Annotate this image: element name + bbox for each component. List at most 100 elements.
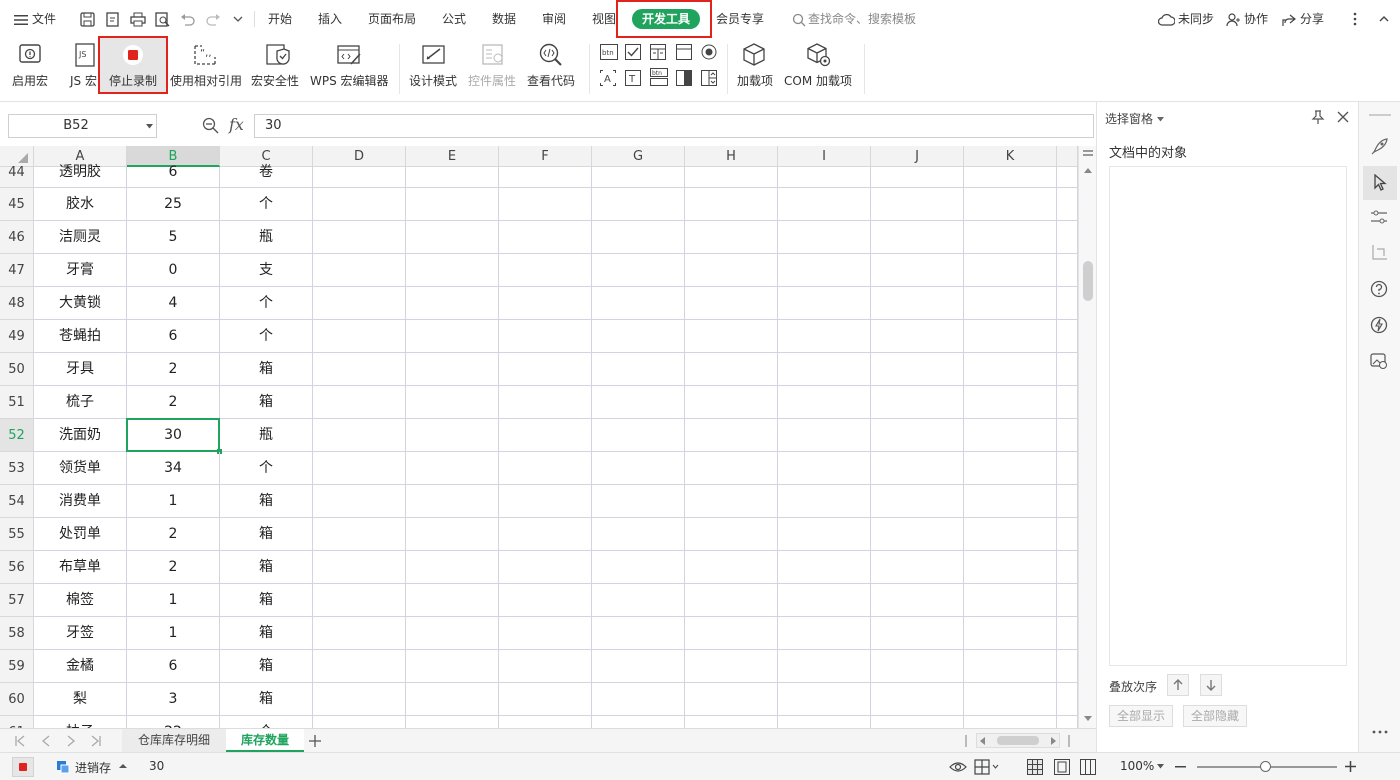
cell-empty[interactable]	[964, 716, 1057, 728]
cell-empty[interactable]	[778, 353, 871, 386]
spin-button-control-icon[interactable]	[701, 70, 717, 86]
cell-empty[interactable]	[406, 353, 499, 386]
js-macro-icon[interactable]: JS	[73, 42, 97, 68]
cell-c58[interactable]: 箱	[220, 617, 313, 650]
cell-empty[interactable]	[313, 584, 406, 617]
cell-empty[interactable]	[964, 617, 1057, 650]
cell-empty[interactable]	[964, 188, 1057, 221]
macro-security-icon[interactable]	[264, 42, 290, 68]
vertical-scrollbar[interactable]	[1078, 146, 1096, 728]
horizontal-scrollbar[interactable]	[976, 733, 1060, 748]
cell-empty[interactable]	[313, 650, 406, 683]
zoom-dropdown-icon[interactable]	[1157, 764, 1164, 769]
save-icon[interactable]	[80, 12, 95, 27]
cell-empty[interactable]	[592, 386, 685, 419]
collapse-ribbon-icon[interactable]	[1378, 13, 1390, 25]
cell-empty[interactable]	[685, 551, 778, 584]
column-header-j[interactable]: J	[871, 146, 964, 167]
row-header-46[interactable]: 46	[0, 221, 34, 254]
cell-empty[interactable]	[871, 584, 964, 617]
cell-empty[interactable]	[406, 188, 499, 221]
cell-empty[interactable]	[313, 386, 406, 419]
next-sheet-icon[interactable]	[65, 735, 77, 747]
cell-empty[interactable]	[871, 485, 964, 518]
scroll-down-icon[interactable]	[1084, 716, 1092, 721]
cell-empty[interactable]	[685, 617, 778, 650]
cell-empty[interactable]	[499, 617, 592, 650]
cell-c44[interactable]: 卷	[220, 165, 313, 188]
cell-empty[interactable]	[778, 584, 871, 617]
cell-empty[interactable]	[499, 683, 592, 716]
file-menu[interactable]: 文件	[14, 0, 56, 38]
tab-home[interactable]: 开始	[268, 0, 292, 38]
view-code-icon[interactable]	[538, 42, 564, 68]
cell-empty[interactable]	[778, 518, 871, 551]
scrollbar-control-icon[interactable]	[676, 70, 692, 86]
row-header-57[interactable]: 57	[0, 584, 34, 617]
cell-a48[interactable]: 大黄锁	[34, 287, 127, 320]
row-header-52[interactable]: 52	[0, 419, 34, 452]
macro-menu-caret-icon[interactable]	[119, 763, 127, 769]
cell-empty[interactable]	[313, 221, 406, 254]
cell-empty[interactable]	[1057, 452, 1078, 485]
sidebar-more-icon[interactable]	[1372, 730, 1388, 734]
zoom-formula-icon[interactable]	[202, 117, 219, 134]
cell-empty[interactable]	[592, 254, 685, 287]
cell-empty[interactable]	[499, 419, 592, 452]
cell-empty[interactable]	[406, 221, 499, 254]
cell-empty[interactable]	[499, 452, 592, 485]
cell-empty[interactable]	[1057, 716, 1078, 728]
cell-empty[interactable]	[313, 353, 406, 386]
tab-insert[interactable]: 插入	[318, 0, 342, 38]
cell-empty[interactable]	[592, 485, 685, 518]
more-options-icon[interactable]	[1348, 12, 1362, 26]
cell-b47[interactable]: 0	[127, 254, 220, 287]
design-mode-label[interactable]: 设计模式	[409, 72, 457, 89]
cell-a47[interactable]: 牙膏	[34, 254, 127, 287]
cell-empty[interactable]	[1057, 551, 1078, 584]
cell-empty[interactable]	[1057, 518, 1078, 551]
undo-icon[interactable]	[180, 12, 195, 27]
cell-empty[interactable]	[313, 518, 406, 551]
cell-a52[interactable]: 洗面奶	[34, 419, 127, 452]
com-addins-label[interactable]: COM 加载项	[784, 72, 852, 89]
cell-a44[interactable]: 透明胶	[34, 165, 127, 188]
wps-macro-editor-label[interactable]: WPS 宏编辑器	[310, 72, 389, 89]
cell-c50[interactable]: 箱	[220, 353, 313, 386]
cell-empty[interactable]	[1057, 386, 1078, 419]
cell-empty[interactable]	[406, 683, 499, 716]
cell-empty[interactable]	[592, 353, 685, 386]
cell-c57[interactable]: 箱	[220, 584, 313, 617]
combobox-control-icon[interactable]	[676, 44, 692, 60]
cell-empty[interactable]	[1057, 320, 1078, 353]
cell-empty[interactable]	[1057, 683, 1078, 716]
cell-empty[interactable]	[778, 386, 871, 419]
cell-a54[interactable]: 消费单	[34, 485, 127, 518]
cell-empty[interactable]	[964, 353, 1057, 386]
cell-empty[interactable]	[592, 167, 685, 188]
hscroll-split-handle[interactable]	[1068, 735, 1070, 747]
cell-empty[interactable]	[778, 167, 871, 188]
cell-b48[interactable]: 4	[127, 287, 220, 320]
cell-empty[interactable]	[406, 716, 499, 728]
cell-a58[interactable]: 牙签	[34, 617, 127, 650]
formula-input[interactable]: 30	[254, 114, 1094, 138]
cell-empty[interactable]	[871, 683, 964, 716]
zoom-in-icon[interactable]	[1345, 761, 1356, 772]
cell-empty[interactable]	[592, 518, 685, 551]
row-header-54[interactable]: 54	[0, 485, 34, 518]
com-addins-icon[interactable]	[806, 42, 832, 68]
image-settings-icon[interactable]	[1370, 352, 1388, 370]
cell-empty[interactable]	[313, 287, 406, 320]
cell-empty[interactable]	[1057, 188, 1078, 221]
sheet-tab-stock-quantity[interactable]: 库存数量	[226, 729, 304, 752]
cell-b55[interactable]: 2	[127, 518, 220, 551]
zoom-slider-thumb[interactable]	[1260, 761, 1271, 772]
cell-a49[interactable]: 苍蝇拍	[34, 320, 127, 353]
cell-empty[interactable]	[592, 551, 685, 584]
cell-empty[interactable]	[964, 419, 1057, 452]
cell-b54[interactable]: 1	[127, 485, 220, 518]
cell-b51[interactable]: 2	[127, 386, 220, 419]
row-header-45[interactable]: 45	[0, 188, 34, 221]
cell-empty[interactable]	[964, 320, 1057, 353]
